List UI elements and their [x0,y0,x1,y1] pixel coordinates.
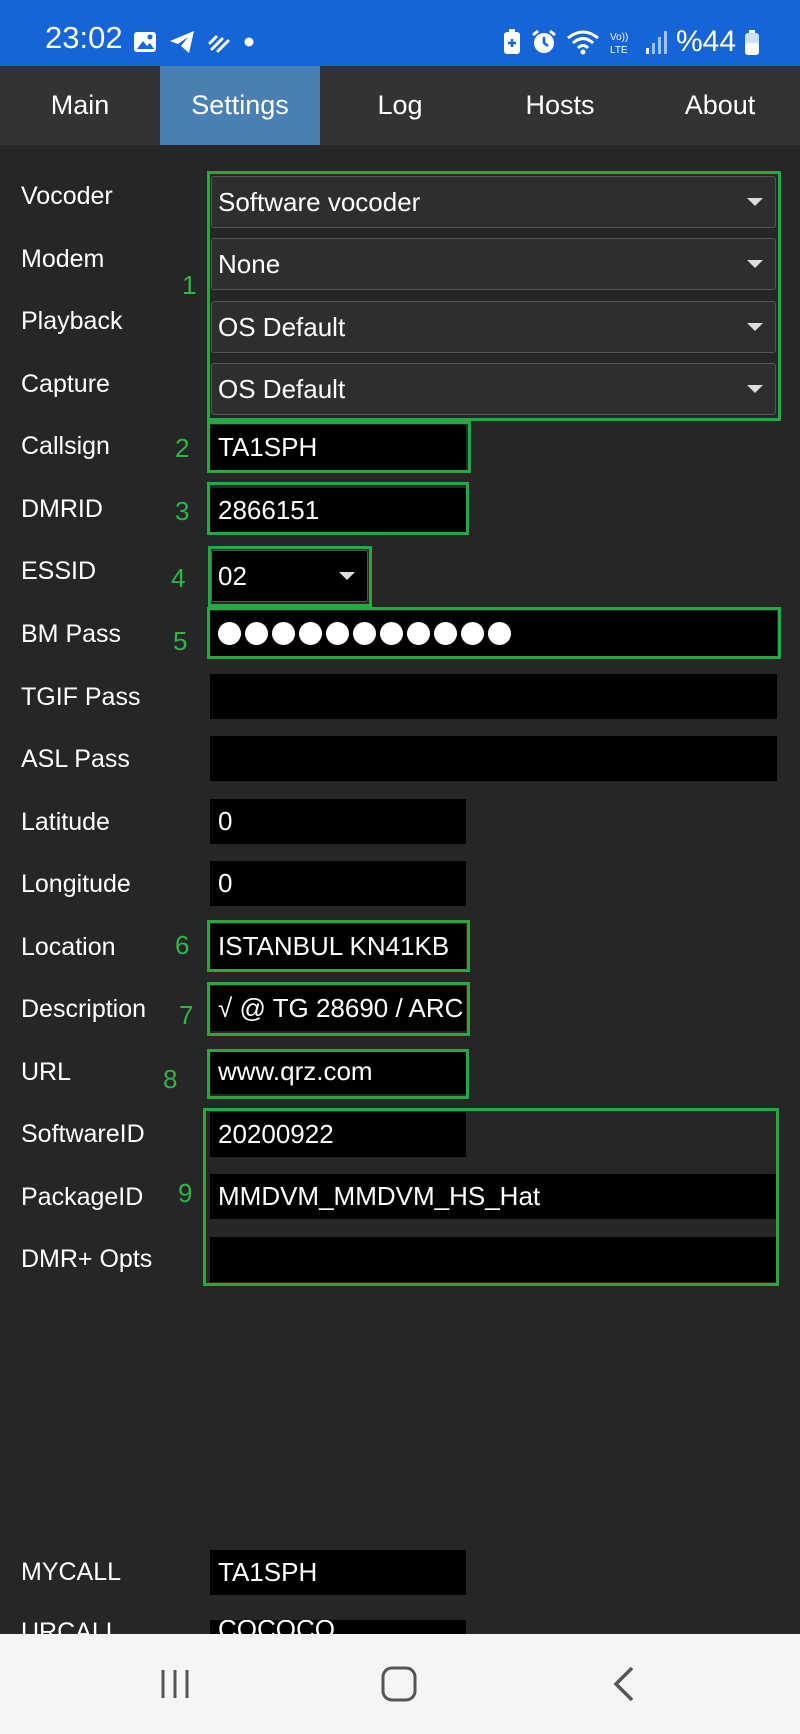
battery-saver-icon [503,29,520,54]
password-dot [326,622,349,645]
dmrid-field[interactable]: 2866151 [210,488,466,533]
annotation-number-1: 1 [182,270,197,300]
package-id-field[interactable]: MMDVM_MMDVM_HS_Hat [210,1174,776,1219]
image-icon [134,32,156,52]
password-dot [488,622,511,645]
annotation-number-7: 7 [179,1000,194,1030]
tab-main[interactable]: Main [0,66,160,145]
signal-icon [645,31,667,54]
password-dot [461,622,484,645]
battery-percent: %44 [675,25,736,58]
playback-value: OS Default [218,311,346,342]
url-field[interactable]: www.qrz.com [210,1049,466,1094]
capture-select[interactable]: OS Default [211,363,776,415]
description-field[interactable]: √ @ TG 28690 / ARC [210,986,466,1031]
password-mask [218,622,511,645]
mycall-field[interactable]: TA1SPH [210,1550,466,1595]
annotation-number-6: 6 [175,930,190,960]
annotation-number-2: 2 [175,433,190,463]
modem-value: None [218,248,281,279]
password-dot [434,622,457,645]
bm-pass-label: BM Pass [21,620,122,648]
mycall-label: MYCALL [21,1558,122,1586]
package-id-label: PackageID [21,1183,144,1211]
tab-bar: Main Settings Log Hosts About [0,66,800,145]
urcall-label: URCALL [21,1620,120,1634]
longitude-field[interactable]: 0 [210,861,466,906]
status-time: 23:02 [45,20,123,55]
url-label: URL [21,1058,72,1086]
tgif-pass-label: TGIF Pass [21,683,141,711]
asl-pass-label: ASL Pass [21,745,130,773]
recents-icon[interactable] [145,1664,205,1704]
annotation-number-9: 9 [178,1178,193,1208]
urcall-row: URCALL CQCQCQ [0,1620,800,1634]
annotation-number-8: 8 [163,1064,178,1094]
vocoder-value: Software vocoder [218,186,421,217]
location-field[interactable]: ISTANBUL KN41KB [210,924,466,969]
essid-value: 02 [218,560,247,591]
callsign-label: Callsign [21,432,110,460]
volte-icon: Vo)) LTE [610,32,628,56]
password-dot [380,622,403,645]
essid-label: ESSID [21,557,97,585]
chevron-down-icon [747,385,763,393]
annotation-number-4: 4 [171,563,186,593]
tab-log[interactable]: Log [320,66,480,145]
modem-label: Modem [21,245,105,273]
software-id-field[interactable]: 20200922 [210,1112,466,1157]
password-dot [218,622,241,645]
dmr-opts-field[interactable] [210,1237,776,1282]
latitude-label: Latitude [21,808,110,836]
asl-pass-field[interactable] [210,736,777,781]
essid-select[interactable]: 02 [211,550,368,602]
playback-select[interactable]: OS Default [211,301,776,353]
vocoder-select[interactable]: Software vocoder [211,176,776,228]
svg-text:LTE: LTE [610,45,628,56]
password-dot [245,622,268,645]
chevron-down-icon [339,572,355,580]
password-dot [407,622,430,645]
description-label: Description [21,995,147,1023]
status-bar: 23:02 Vo)) LTE %44 [0,0,800,66]
playback-label: Playback [21,307,123,335]
vocoder-label: Vocoder [21,182,113,210]
annotation-number-5: 5 [173,626,188,656]
home-icon[interactable] [369,1664,429,1704]
longitude-label: Longitude [21,870,131,898]
tab-settings[interactable]: Settings [160,66,320,145]
latitude-field[interactable]: 0 [210,799,466,844]
app-icon [208,35,230,53]
dmr-opts-label: DMR+ Opts [21,1245,153,1273]
password-dot [272,622,295,645]
dmrid-label: DMRID [21,495,103,523]
telegram-icon [170,31,194,53]
modem-select[interactable]: None [211,238,776,290]
system-nav-bar [0,1634,800,1734]
battery-icon [745,30,759,55]
location-label: Location [21,933,116,961]
svg-text:Vo)): Vo)) [610,32,628,43]
callsign-field[interactable]: TA1SPH [210,425,466,470]
urcall-field[interactable]: CQCQCQ [210,1620,466,1634]
chevron-down-icon [747,260,763,268]
software-id-label: SoftwareID [21,1120,145,1148]
status-right-icons: Vo)) LTE %44 [502,22,760,62]
chevron-down-icon [747,323,763,331]
back-icon[interactable] [594,1664,654,1704]
capture-label: Capture [21,370,110,398]
status-left-icons [132,22,256,62]
annotation-number-3: 3 [175,496,190,526]
password-dot [299,622,322,645]
tab-about[interactable]: About [640,66,800,145]
tgif-pass-field[interactable] [210,674,777,719]
chevron-down-icon [747,198,763,206]
tab-hosts[interactable]: Hosts [480,66,640,145]
alarm-icon [532,29,556,53]
capture-value: OS Default [218,373,346,404]
wifi-icon [567,30,599,55]
bm-pass-field[interactable] [210,611,777,656]
password-dot [353,622,376,645]
dot-icon [244,37,254,47]
